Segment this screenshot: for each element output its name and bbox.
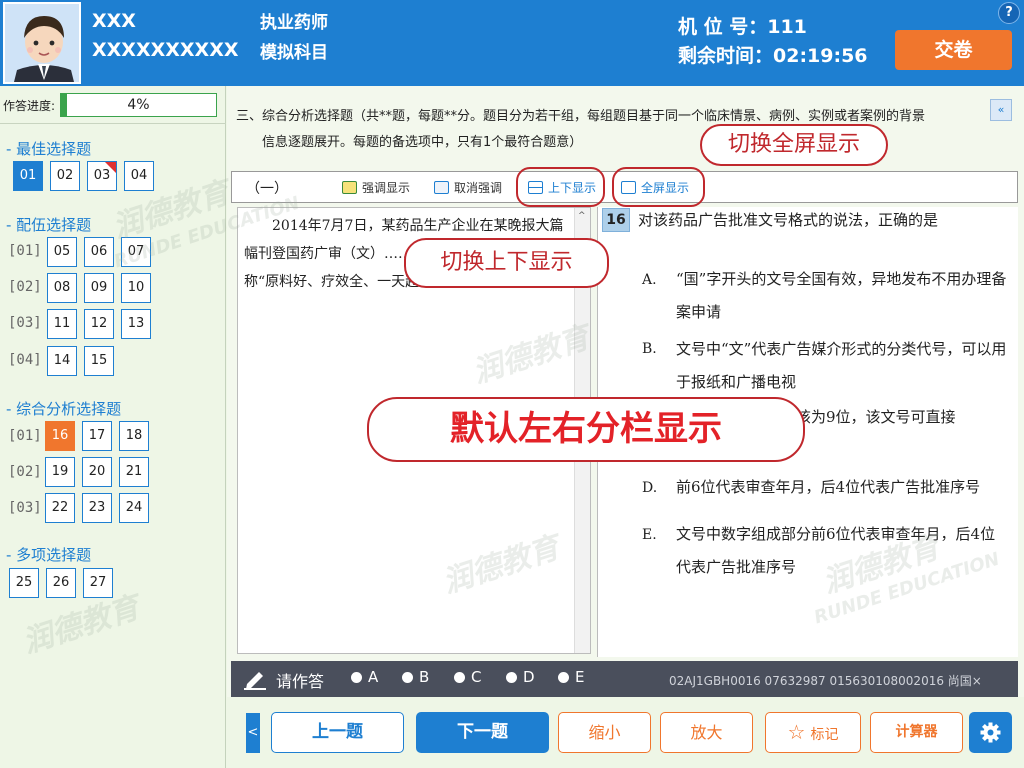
question-box-26[interactable]: 26: [46, 568, 76, 598]
help-icon[interactable]: ?: [998, 2, 1020, 24]
candidate-avatar: [3, 2, 81, 84]
question-box-18[interactable]: 18: [119, 421, 149, 451]
submit-exam-button[interactable]: 交卷: [895, 30, 1012, 70]
answer-option-d[interactable]: D: [506, 668, 535, 686]
question-number-badge: 16: [602, 208, 630, 232]
seat-number: 机 位 号：111: [678, 16, 807, 38]
zoom-out-button[interactable]: 缩小: [558, 712, 651, 753]
question-box-24[interactable]: 24: [119, 493, 149, 523]
group-label: [03]: [8, 500, 42, 516]
gear-icon: [980, 722, 1001, 743]
section-title-multiple: - 多项选择题: [6, 546, 92, 564]
top-header: XXX XXXXXXXXXX 执业药师 模拟科目 机 位 号：111 剩余时间：…: [0, 0, 1024, 86]
option-letter: E.: [642, 527, 657, 543]
option-a-text: “国”字开头的文号全国有效，异地发布不用办理备案申请: [676, 270, 1007, 321]
pen-icon: [244, 672, 266, 690]
highlight-label: 强调显示: [362, 181, 411, 195]
group-label: [01]: [8, 243, 42, 259]
option-e-text: 文号中数字组成部分前6位代表审查年月，后4位代表广告批准序号: [676, 525, 996, 576]
candidate-name: XXX: [92, 10, 136, 32]
answer-option-a[interactable]: A: [351, 668, 378, 686]
group-label: [04]: [8, 352, 42, 368]
question-box-02[interactable]: 02: [50, 161, 80, 191]
annotation-default-layout: 默认左右分栏显示: [367, 397, 805, 462]
question-box-23[interactable]: 23: [82, 493, 112, 523]
option-letter: D.: [642, 480, 658, 496]
collapse-icon[interactable]: «: [990, 99, 1012, 121]
collapse-sidebar-arrow-icon[interactable]: <: [246, 713, 260, 753]
question-box-12[interactable]: 12: [84, 309, 114, 339]
question-box-04[interactable]: 04: [124, 161, 154, 191]
progress-row: 作答进度: 4%: [0, 86, 226, 124]
option-letter: A.: [642, 272, 657, 288]
option-letter: B.: [642, 341, 657, 357]
section-title-matching: - 配伍选择题: [6, 216, 92, 234]
vertical-button-highlight-ring: [516, 167, 605, 207]
question-box-15[interactable]: 15: [84, 346, 114, 376]
unhighlight-label: 取消强调: [454, 181, 503, 195]
question-box-11[interactable]: 11: [47, 309, 77, 339]
mark-question-button[interactable]: ☆ 标记: [765, 712, 861, 753]
option-d-text: 前6位代表审查年月，后4位代表广告批准序号: [676, 478, 981, 496]
section-title-best-choice: - 最佳选择题: [6, 140, 92, 158]
question-box-21[interactable]: 21: [119, 457, 149, 487]
question-box-20[interactable]: 20: [82, 457, 112, 487]
question-box-17[interactable]: 17: [82, 421, 112, 451]
exam-id-watermark: 02AJ1GBH0016 07632987 015630108002016 尚国…: [669, 674, 982, 688]
question-box-10[interactable]: 10: [121, 273, 151, 303]
group-label: [03]: [8, 315, 42, 331]
question-box-03[interactable]: 03: [87, 161, 117, 191]
highlight-icon: [342, 181, 357, 194]
question-stem: 对该药品广告批准文号格式的说法，正确的是: [638, 211, 939, 229]
settings-button[interactable]: [969, 712, 1012, 753]
highlight-button[interactable]: 强调显示: [342, 178, 410, 198]
question-box-25[interactable]: 25: [9, 568, 39, 598]
answer-option-e[interactable]: E: [558, 668, 584, 686]
section-title-comprehensive: - 综合分析选择题: [6, 400, 122, 418]
question-box-08[interactable]: 08: [47, 273, 77, 303]
answer-bar: 请作答 A B C D E 02AJ1GBH0016 07632987 0156…: [231, 661, 1018, 697]
question-navigator: 作答进度: 4% - 最佳选择题 01 02 03 04 - 配伍选择题 [01…: [0, 86, 226, 768]
question-box-14[interactable]: 14: [47, 346, 77, 376]
remaining-time: 剩余时间：02:19:56: [678, 45, 868, 67]
candidate-id: XXXXXXXXXX: [92, 39, 239, 61]
question-box-16[interactable]: 16: [45, 421, 75, 451]
progress-label: 作答进度:: [3, 99, 56, 113]
next-question-button[interactable]: 下一题: [416, 712, 549, 753]
calculator-button[interactable]: 计算器: [870, 712, 963, 753]
previous-question-button[interactable]: 上一题: [271, 712, 404, 753]
question-box-27[interactable]: 27: [83, 568, 113, 598]
question-box-09[interactable]: 09: [84, 273, 114, 303]
option-b-text: 文号中“文”代表广告媒介形式的分类代号，可以用于报纸和广播电视: [676, 340, 1007, 391]
answer-label: 请作答: [276, 672, 325, 691]
answer-option-c[interactable]: C: [454, 668, 481, 686]
question-box-22[interactable]: 22: [45, 493, 75, 523]
unhighlight-button[interactable]: 取消强调: [434, 178, 502, 198]
unhighlight-icon: [434, 181, 449, 194]
zoom-in-button[interactable]: 放大: [660, 712, 753, 753]
question-box-01[interactable]: 01: [13, 161, 43, 191]
group-label: [02]: [8, 464, 42, 480]
answer-option-b[interactable]: B: [402, 668, 429, 686]
star-icon: ☆: [787, 720, 806, 744]
question-box-06[interactable]: 06: [84, 237, 114, 267]
question-box-13[interactable]: 13: [121, 309, 151, 339]
mark-label: 标记: [810, 727, 839, 743]
exam-subject: 模拟科目: [260, 43, 328, 63]
progress-bar: 4%: [60, 93, 217, 117]
scroll-up-icon[interactable]: ^: [578, 211, 586, 221]
annotation-fullscreen: 切换全屏显示: [700, 124, 888, 166]
question-box-05[interactable]: 05: [47, 237, 77, 267]
question-box-19[interactable]: 19: [45, 457, 75, 487]
question-group-label: （一）: [246, 181, 288, 197]
exam-name: 执业药师: [260, 13, 328, 33]
progress-text: 4%: [127, 97, 150, 113]
group-label: [02]: [8, 279, 42, 295]
group-label: [01]: [8, 428, 42, 444]
fullscreen-button-highlight-ring: [612, 167, 705, 207]
annotation-vertical: 切换上下显示: [404, 238, 609, 288]
question-box-07[interactable]: 07: [121, 237, 151, 267]
